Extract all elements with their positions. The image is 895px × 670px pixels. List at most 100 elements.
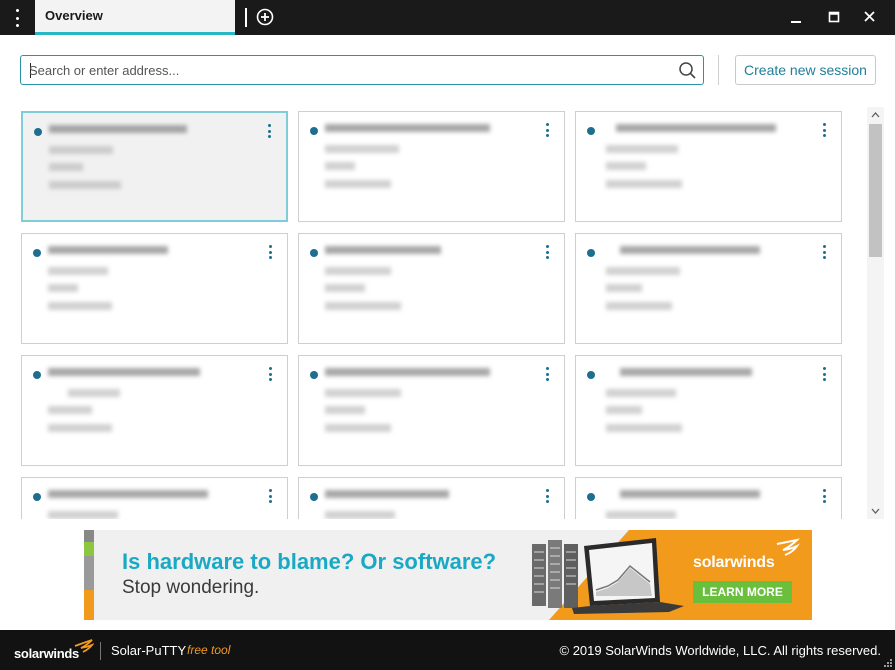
session-detail-redacted [325,145,399,153]
session-name-redacted [616,124,776,132]
session-card[interactable] [298,477,565,519]
session-detail-redacted [68,389,120,397]
brand-flame-icon [74,639,94,653]
session-detail-redacted [325,302,401,310]
ad-brand-logo: solarwinds [693,554,775,571]
search-icon[interactable] [678,61,697,80]
kebab-icon[interactable] [544,367,550,381]
session-detail-redacted [48,302,112,310]
session-detail-redacted [49,181,121,189]
kebab-icon[interactable] [267,489,273,503]
session-card[interactable] [21,233,288,344]
main-menu-icon[interactable] [10,9,24,27]
plus-circle-icon[interactable] [256,8,274,26]
session-name-redacted [49,125,187,133]
search-input[interactable] [29,61,659,80]
session-detail-redacted [325,267,391,275]
session-card[interactable] [575,355,842,466]
session-card[interactable] [575,477,842,519]
session-detail-redacted [325,406,365,414]
ad-artwork [532,530,812,620]
kebab-icon[interactable] [821,123,827,137]
status-dot [34,128,42,136]
search-box [20,55,704,85]
session-detail-redacted [48,406,92,414]
session-card[interactable] [21,111,288,222]
footer-brand-logo: solarwinds [14,646,79,661]
scroll-down-icon[interactable] [867,503,884,519]
session-detail-redacted [325,424,391,432]
status-dot [33,493,41,501]
kebab-icon[interactable] [266,124,272,138]
status-dot [587,371,595,379]
session-card[interactable] [298,355,565,466]
session-grid [20,110,850,519]
session-detail-redacted [606,145,678,153]
session-detail-redacted [606,180,682,188]
session-name-redacted [325,124,490,132]
kebab-icon[interactable] [544,489,550,503]
session-card[interactable] [575,111,842,222]
kebab-icon[interactable] [821,245,827,259]
session-detail-redacted [606,389,676,397]
session-detail-redacted [606,424,682,432]
toolbar-separator [718,55,719,85]
status-dot [587,493,595,501]
ad-banner[interactable]: Is hardware to blame? Or software? Stop … [84,530,812,620]
session-name-redacted [48,368,200,376]
kebab-icon[interactable] [267,245,273,259]
footer-free-tool-label: free tool [187,643,231,657]
session-name-redacted [325,490,449,498]
resize-grip-icon[interactable] [883,658,893,668]
learn-more-button[interactable]: LEARN MORE [693,581,792,603]
title-bar: Overview [0,0,895,35]
session-card[interactable] [575,233,842,344]
session-card[interactable] [298,233,565,344]
session-detail-redacted [606,302,672,310]
tab-overview-label: Overview [45,8,103,23]
session-detail-redacted [49,146,113,154]
status-dot [33,249,41,257]
status-dot [310,127,318,135]
session-detail-redacted [48,511,118,519]
minimize-icon[interactable] [784,6,808,28]
status-dot [587,127,595,135]
active-tab-indicator [35,32,235,35]
session-detail-redacted [606,406,642,414]
create-new-session-button[interactable]: Create new session [735,55,876,85]
session-name-redacted [48,490,208,498]
tab-separator [245,8,247,27]
kebab-icon[interactable] [821,367,827,381]
status-dot [310,493,318,501]
kebab-icon[interactable] [544,245,550,259]
session-card[interactable] [21,477,288,519]
session-name-redacted [620,368,752,376]
kebab-icon[interactable] [821,489,827,503]
close-icon[interactable] [858,6,882,28]
session-card[interactable] [298,111,565,222]
vertical-scrollbar[interactable] [867,107,884,519]
session-detail-redacted [606,284,642,292]
session-name-redacted [620,246,760,254]
session-name-redacted [325,246,441,254]
tab-overview[interactable]: Overview [35,0,235,35]
scroll-up-icon[interactable] [867,107,884,123]
session-card[interactable] [21,355,288,466]
session-detail-redacted [325,180,391,188]
session-detail-redacted [48,424,112,432]
kebab-icon[interactable] [267,367,273,381]
session-name-redacted [48,246,168,254]
maximize-icon[interactable] [822,6,846,28]
footer-bar: solarwinds Solar-PuTTY free tool © 2019 … [0,630,895,670]
session-detail-redacted [325,162,355,170]
status-dot [310,249,318,257]
session-detail-redacted [325,511,395,519]
session-detail-redacted [49,163,83,171]
kebab-icon[interactable] [544,123,550,137]
footer-product-name: Solar-PuTTY [111,643,187,658]
status-dot [587,249,595,257]
scrollbar-thumb[interactable] [869,124,882,257]
session-detail-redacted [325,389,401,397]
status-dot [33,371,41,379]
session-detail-redacted [606,267,680,275]
